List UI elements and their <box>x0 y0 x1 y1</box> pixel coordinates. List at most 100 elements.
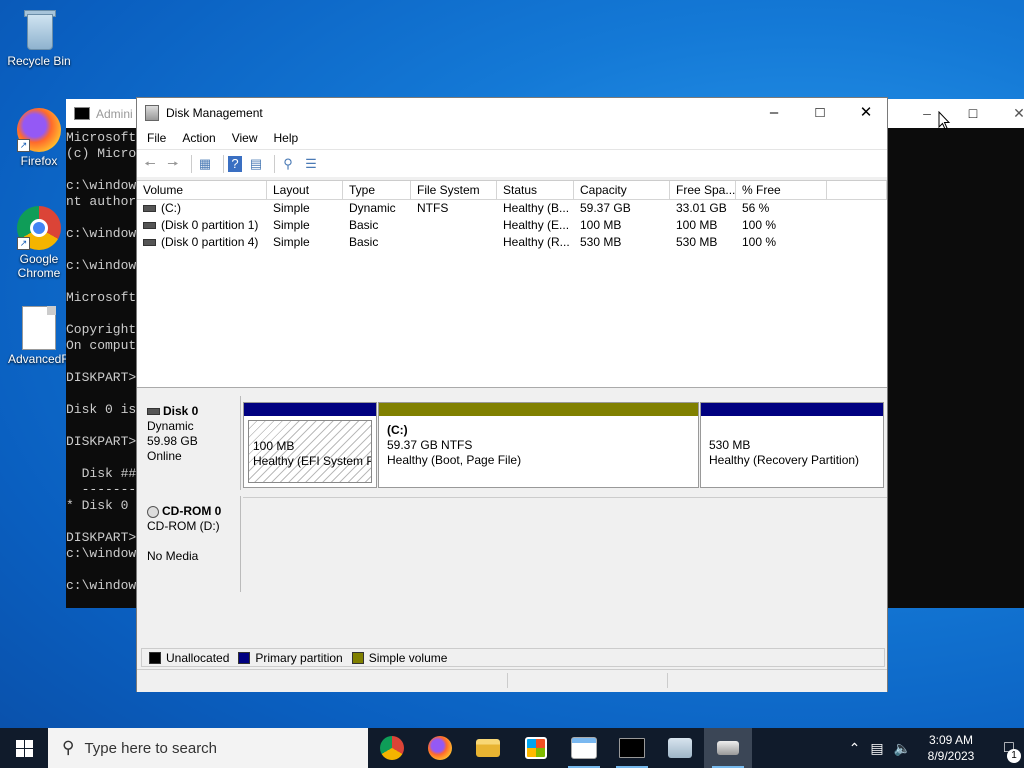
partition-size: 530 MB <box>709 438 751 452</box>
menu-help[interactable]: Help <box>266 131 307 145</box>
start-button[interactable] <box>0 728 48 768</box>
partition-status: Healthy (EFI System Pa <box>253 454 372 468</box>
forward-icon[interactable]: 🠖 <box>164 156 182 172</box>
document-icon <box>17 306 61 350</box>
maximize-button[interactable]: □ <box>797 98 843 127</box>
minimize-button[interactable]: – <box>751 98 797 127</box>
performance-icon <box>668 738 692 758</box>
shortcut-arrow-icon: ↗ <box>17 237 30 250</box>
cdrom-icon <box>147 505 159 518</box>
desktop-icon-firefox[interactable]: ↗ Firefox <box>3 108 75 168</box>
table-row[interactable]: (Disk 0 partition 4) Simple Basic Healthy (… <box>137 234 887 251</box>
chrome-icon: ↗ <box>17 206 61 250</box>
column-status[interactable]: Status <box>497 181 574 199</box>
list-view-icon[interactable]: ☰ <box>302 156 320 172</box>
cell-layout: Simple <box>273 201 310 215</box>
legend-simple-swatch <box>351 651 364 664</box>
taskbar-performance[interactable] <box>656 728 704 768</box>
column-type[interactable]: Type <box>343 181 411 199</box>
menu-file[interactable]: File <box>139 131 174 145</box>
volume-name: (Disk 0 partition 4) <box>161 235 259 249</box>
taskbar: ⚲ Type here to search ⌃ ▤ 🔈 3:09 AM 8/9/… <box>0 728 1024 768</box>
column-file-system[interactable]: File System <box>411 181 497 199</box>
legend-unallocated-swatch <box>149 651 161 664</box>
disk-management-window[interactable]: Disk Management – □ ✕ File Action View H… <box>136 97 888 692</box>
column-free-space[interactable]: Free Spa... <box>670 181 736 199</box>
cell-free: 530 MB <box>676 235 718 249</box>
disk-0-row[interactable]: Disk 0 Dynamic 59.98 GB Online 100 MB He… <box>137 392 887 492</box>
notification-badge: 1 <box>1007 749 1021 763</box>
help-icon[interactable]: ? <box>228 155 242 172</box>
column-extra[interactable] <box>827 181 887 199</box>
desktop-icon-advancedr[interactable]: AdvancedR <box>3 306 75 366</box>
taskbar-firefox[interactable] <box>416 728 464 768</box>
partition-c[interactable]: (C:) 59.37 GB NTFS Healthy (Boot, Page F… <box>378 402 699 488</box>
menu-action[interactable]: Action <box>174 131 223 145</box>
taskbar-chrome[interactable] <box>368 728 416 768</box>
disk-management-icon <box>145 104 159 121</box>
properties-icon[interactable]: ▤ <box>247 156 265 172</box>
desktop-icon-label: AdvancedR <box>7 352 71 366</box>
volume-icon <box>143 239 156 247</box>
taskbar-disk-management[interactable] <box>704 728 752 768</box>
cdrom-0-name: CD-ROM 0 <box>162 504 222 518</box>
search-placeholder: Type here to search <box>84 739 218 757</box>
back-icon[interactable]: 🠔 <box>141 156 159 172</box>
menu-view[interactable]: View <box>224 131 266 145</box>
table-row[interactable]: (C:) Simple Dynamic NTFS Healthy (B... 59.37 … <box>137 200 887 217</box>
cell-fs <box>411 234 497 251</box>
show-hide-tree-icon[interactable]: ▦ <box>196 156 214 172</box>
volume-icon <box>143 222 156 230</box>
partition-efi[interactable]: 100 MB Healthy (EFI System Pa <box>243 402 377 488</box>
desktop-icon-recycle-bin[interactable]: Recycle Bin <box>3 8 75 68</box>
cell-status: Healthy (R... <box>503 235 570 249</box>
volume-icon[interactable]: 🔈 <box>894 740 911 757</box>
legend-simple: Simple volume <box>368 650 448 665</box>
cell-free: 100 MB <box>676 218 718 232</box>
taskbar-cmd[interactable] <box>608 728 656 768</box>
cell-capacity: 530 MB <box>580 235 622 249</box>
desktop-icon-google-chrome[interactable]: ↗ Google Chrome <box>3 206 75 280</box>
partition-recovery[interactable]: 530 MB Healthy (Recovery Partition) <box>700 402 884 488</box>
partition-status: Healthy (Boot, Page File) <box>387 453 522 467</box>
taskbar-store[interactable] <box>512 728 560 768</box>
volume-list-header: Volume Layout Type File System Status Ca… <box>137 181 887 200</box>
connect-icon[interactable]: ⚲ <box>279 156 297 172</box>
desktop-icon-label: Recycle Bin <box>7 54 71 68</box>
close-button[interactable]: ✕ <box>843 98 889 127</box>
desktop-icon-label: Google Chrome <box>17 252 61 280</box>
action-center-button[interactable]: □ 1 <box>994 739 1024 763</box>
cell-status: Healthy (E... <box>503 218 570 232</box>
column-volume[interactable]: Volume <box>137 181 267 199</box>
store-icon <box>525 737 547 759</box>
cell-layout: Simple <box>273 235 310 249</box>
disk-0-label[interactable]: Disk 0 Dynamic 59.98 GB Online <box>141 396 241 490</box>
disk-0-size: 59.98 GB <box>147 434 198 448</box>
column-layout[interactable]: Layout <box>267 181 343 199</box>
chevron-up-icon[interactable]: ⌃ <box>849 740 861 757</box>
column-capacity[interactable]: Capacity <box>574 181 670 199</box>
cell-capacity: 100 MB <box>580 218 622 232</box>
network-icon[interactable]: ▤ <box>870 740 883 757</box>
recycle-bin-icon <box>17 8 61 52</box>
taskbar-file-explorer[interactable] <box>464 728 512 768</box>
legend-unallocated: Unallocated <box>166 650 230 665</box>
column-percent-free[interactable]: % Free <box>736 181 827 199</box>
firefox-icon <box>428 736 452 760</box>
maximize-icon[interactable]: □ <box>950 99 996 128</box>
table-row[interactable]: (Disk 0 partition 1) Simple Basic Healthy (… <box>137 217 887 234</box>
taskbar-notepad[interactable] <box>560 728 608 768</box>
cell-free: 33.01 GB <box>676 201 727 215</box>
cdrom-0-label[interactable]: CD-ROM 0 CD-ROM (D:) No Media <box>141 496 241 592</box>
volume-list[interactable]: Volume Layout Type File System Status Ca… <box>137 180 887 388</box>
clock[interactable]: 3:09 AM 8/9/2023 <box>916 732 986 764</box>
status-bar <box>137 669 887 692</box>
close-icon[interactable]: ✕ <box>996 99 1024 128</box>
cmd-title: Admini <box>96 106 133 121</box>
taskbar-search-box[interactable]: ⚲ Type here to search <box>48 728 368 768</box>
cell-pct: 100 % <box>742 218 777 232</box>
disk-graphical-view[interactable]: Disk 0 Dynamic 59.98 GB Online 100 MB He… <box>137 392 887 648</box>
partition-size: 100 MB <box>253 439 295 453</box>
dm-titlebar[interactable]: Disk Management – □ ✕ <box>137 98 887 127</box>
cmd-icon <box>74 107 90 120</box>
